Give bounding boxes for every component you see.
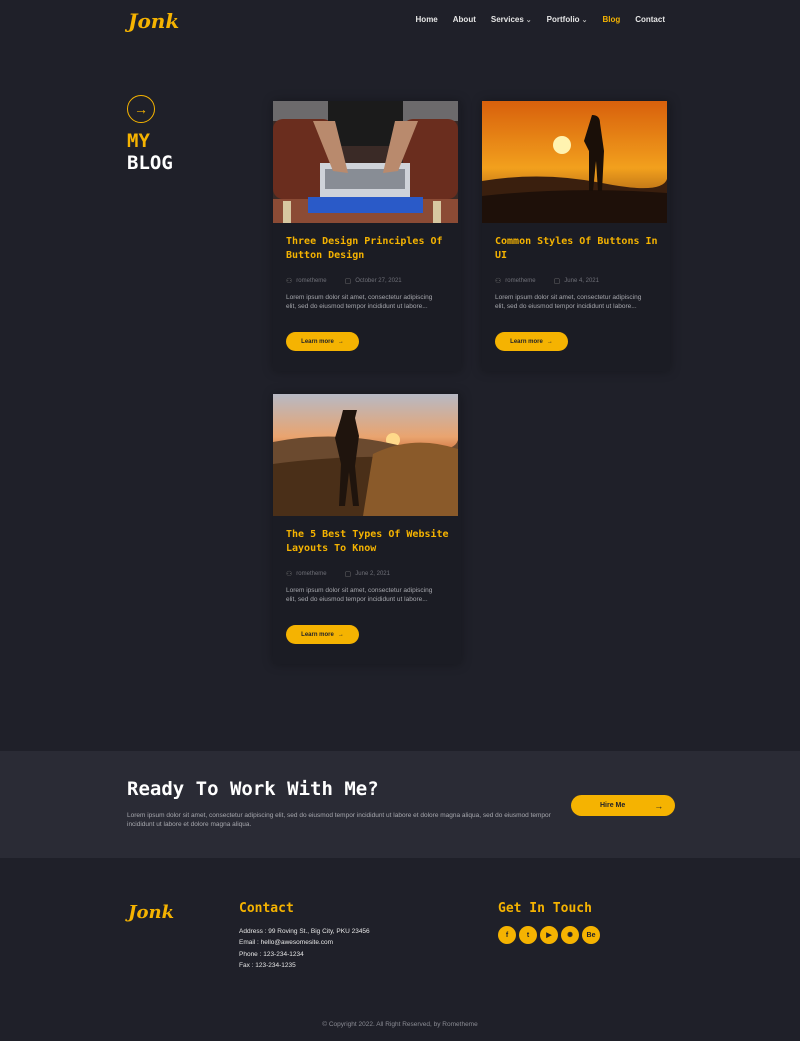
dribbble-icon[interactable]: ✺ [561, 926, 579, 944]
nav-services[interactable]: Services ⌄ [491, 15, 532, 24]
learn-more-button[interactable]: Learn more → [495, 332, 568, 351]
facebook-icon[interactable]: f [498, 926, 516, 944]
footer-logo[interactable]: Jonk [128, 902, 174, 923]
post-meta: ⚇ rometheme ▢ June 4, 2021 [495, 277, 599, 285]
contact-heading: Contact [239, 901, 294, 916]
cta-section [0, 751, 800, 858]
laptop-photo [273, 101, 458, 223]
author-name: rometheme [505, 278, 536, 284]
author-name: rometheme [296, 278, 327, 284]
chevron-down-icon: ⌄ [581, 16, 588, 24]
post-date: ▢ June 2, 2021 [345, 570, 390, 578]
post-title[interactable]: Common Styles Of Buttons In UI [495, 235, 660, 263]
behance-icon[interactable]: Be [582, 926, 600, 944]
calendar-icon: ▢ [344, 571, 352, 578]
nav-portfolio-label: Portfolio [546, 15, 580, 24]
nav-contact[interactable]: Contact [635, 15, 665, 24]
contact-address: Address : 99 Roving St., Big City, PKU 2… [239, 928, 370, 935]
contact-fax: Fax : 123-234-1235 [239, 961, 296, 969]
post-meta: ⚇ rometheme ▢ October 27, 2021 [286, 277, 402, 285]
post-title[interactable]: Three Design Principles Of Button Design [286, 235, 451, 263]
hiker-sunset-photo [273, 394, 458, 516]
sunset-photographer-photo [482, 101, 667, 223]
post-excerpt: Lorem ipsum dolor sit amet, consectetur … [286, 587, 433, 603]
get-in-touch-heading: Get In Touch [498, 901, 592, 916]
cta-title: Ready To Work With Me? [127, 778, 379, 800]
learn-more-button[interactable]: Learn more → [286, 625, 359, 644]
nav-about[interactable]: About [453, 15, 476, 24]
arrow-glyph: → [134, 101, 148, 117]
page-title-line2: BLOG [127, 152, 173, 174]
nav-home-label: Home [415, 15, 438, 24]
page-title-line1: MY [127, 130, 150, 152]
arrow-right-icon: → [337, 338, 344, 345]
site-logo[interactable]: Jonk [128, 9, 179, 33]
post-meta: ⚇ rometheme ▢ June 2, 2021 [286, 570, 390, 578]
learn-more-label: Learn more [301, 338, 334, 345]
date-text: October 27, 2021 [355, 278, 402, 284]
date-text: June 2, 2021 [355, 571, 390, 577]
post-date: ▢ October 27, 2021 [345, 277, 402, 285]
youtube-icon[interactable]: ▶ [540, 926, 558, 944]
post-author: ⚇ rometheme [495, 277, 536, 285]
blog-card: Three Design Principles Of Button Design… [273, 101, 461, 371]
nav-services-label: Services [490, 15, 524, 24]
calendar-icon: ▢ [553, 278, 561, 285]
post-excerpt: Lorem ipsum dolor sit amet, consectetur … [495, 294, 642, 310]
user-icon: ⚇ [495, 278, 502, 285]
nav-blog[interactable]: Blog [602, 15, 620, 24]
chevron-down-icon: ⌄ [525, 16, 532, 24]
social-links: f t ▶ ✺ Be [498, 926, 600, 944]
learn-more-label: Learn more [510, 338, 543, 345]
copyright: © Copyright 2022. All Right Reserved, by… [322, 1021, 478, 1028]
calendar-icon: ▢ [344, 278, 352, 285]
learn-more-label: Learn more [301, 631, 334, 638]
arrow-right-icon: → [654, 800, 664, 811]
contact-email[interactable]: Email : hello@awesomesite.com [239, 937, 370, 948]
nav-blog-label: Blog [602, 15, 621, 24]
nav-about-label: About [452, 15, 476, 24]
top-nav: Jonk Home About Services ⌄ Portfolio ⌄ Blo… [0, 0, 800, 42]
hire-me-button[interactable]: Hire Me → [571, 795, 675, 816]
blog-card: Common Styles Of Buttons In UI ⚇ romethem… [482, 101, 670, 371]
user-icon: ⚇ [286, 278, 293, 285]
twitter-icon[interactable]: t [519, 926, 537, 944]
post-excerpt: Lorem ipsum dolor sit amet, consectetur … [286, 294, 433, 310]
contact-list: Address : 99 Roving St., Big City, PKU 2… [239, 926, 370, 971]
nav-contact-label: Contact [635, 15, 665, 24]
hire-me-label: Hire Me [600, 802, 626, 809]
date-text: June 4, 2021 [564, 278, 599, 284]
nav-menu: Home About Services ⌄ Portfolio ⌄ Blog Con… [416, 15, 665, 24]
blog-card: The 5 Best Types Of Website Layouts To K… [273, 394, 461, 664]
learn-more-button[interactable]: Learn more → [286, 332, 359, 351]
arrow-right-icon: → [337, 631, 344, 638]
cta-text: Lorem ipsum dolor sit amet, consectetur … [127, 812, 551, 828]
author-name: rometheme [296, 571, 327, 577]
post-title[interactable]: The 5 Best Types Of Website Layouts To K… [286, 528, 451, 556]
user-icon: ⚇ [286, 571, 293, 578]
post-author: ⚇ rometheme [286, 570, 327, 578]
post-date: ▢ June 4, 2021 [554, 277, 599, 285]
contact-phone: Phone : 123-234-1234 [239, 950, 304, 958]
nav-portfolio[interactable]: Portfolio ⌄ [547, 15, 588, 24]
post-author: ⚇ rometheme [286, 277, 327, 285]
nav-home[interactable]: Home [416, 15, 438, 24]
arrow-right-icon: → [546, 338, 553, 345]
arrow-right-icon: → [127, 95, 155, 123]
